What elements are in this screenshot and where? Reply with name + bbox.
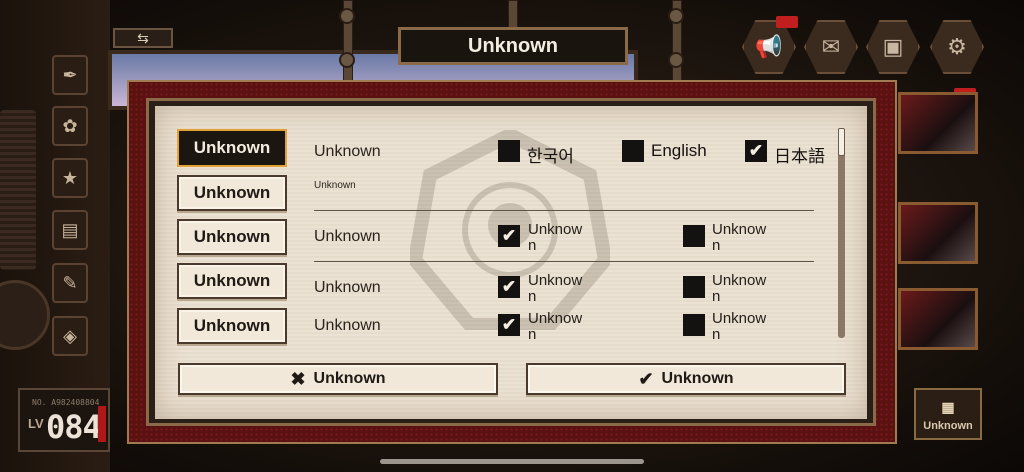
check-icon: ✔ xyxy=(638,368,654,389)
row-sub-label-2: Unknown xyxy=(314,180,356,191)
lang-korean-checkbox[interactable] xyxy=(498,140,520,162)
option-label-5a: Unknow n xyxy=(528,310,583,343)
side-tab-tool-icon[interactable]: ✎ xyxy=(52,263,88,303)
row-label-5: Unknown xyxy=(314,317,381,334)
left-vent-grill xyxy=(0,110,36,270)
bolt xyxy=(339,52,355,68)
confirm-button[interactable]: ✔ Unknown xyxy=(526,363,846,395)
notification-badge xyxy=(776,16,798,28)
bookshelf-icon: ▦ xyxy=(941,399,955,415)
character-card[interactable] xyxy=(898,288,978,350)
lang-english-checkbox[interactable] xyxy=(622,140,644,162)
cancel-button-label: Unknown xyxy=(313,370,386,387)
check-icon: ✔ xyxy=(501,277,517,296)
option-label-5b: Unknow n xyxy=(712,310,767,343)
check-icon: ✔ xyxy=(501,226,517,245)
lang-english-label: English xyxy=(651,141,707,160)
character-card[interactable] xyxy=(898,92,978,154)
row-label-1: Unknown xyxy=(314,143,381,160)
bolt xyxy=(339,8,355,24)
side-tab-badge-icon[interactable]: ◈ xyxy=(52,316,88,356)
divider xyxy=(314,210,814,211)
level-value: 084 xyxy=(46,408,102,446)
close-icon: ✖ xyxy=(290,368,306,389)
option-checkbox-5b[interactable] xyxy=(683,314,705,336)
bottom-right-button-label: Unknown xyxy=(923,420,973,432)
category-button-1[interactable]: Unknown xyxy=(177,129,287,167)
home-indicator xyxy=(380,459,644,464)
option-checkbox-3b[interactable] xyxy=(683,225,705,247)
bottom-right-button[interactable]: ▦ Unknown xyxy=(914,388,982,440)
level-bar xyxy=(98,406,106,442)
side-tab-chart-icon[interactable]: ▤ xyxy=(52,210,88,250)
row-label-4: Unknown xyxy=(314,279,381,296)
divider xyxy=(314,261,814,262)
lang-korean-label: 한국어 xyxy=(527,147,574,166)
option-checkbox-4b[interactable] xyxy=(683,276,705,298)
option-label-3b: Unknow n xyxy=(712,221,767,254)
bolt xyxy=(668,52,684,68)
scrollbar-track[interactable] xyxy=(838,128,845,338)
category-button-2[interactable]: Unknown xyxy=(177,175,287,211)
check-icon: ✔ xyxy=(501,315,517,334)
swap-arrows-icon[interactable]: ⇆ xyxy=(113,28,173,48)
page-title: Unknown xyxy=(398,27,628,65)
option-label-4b: Unknow n xyxy=(712,272,767,305)
confirm-button-label: Unknown xyxy=(661,370,734,387)
character-card[interactable] xyxy=(898,202,978,264)
lang-japanese-label: 日本語 xyxy=(774,147,825,166)
option-checkbox-4a[interactable]: ✔ xyxy=(498,276,520,298)
player-id: NO. A982408804 xyxy=(32,398,100,407)
bolt xyxy=(668,8,684,24)
side-tab-rose-icon[interactable]: ✿ xyxy=(52,106,88,146)
lang-japanese-checkbox[interactable]: ✔ xyxy=(745,140,767,162)
side-tab-feather-icon[interactable]: ✒ xyxy=(52,55,88,95)
scrollbar-thumb[interactable] xyxy=(838,128,845,156)
category-button-3[interactable]: Unknown xyxy=(177,219,287,255)
option-label-4a: Unknow n xyxy=(528,272,583,305)
side-tab-star-icon[interactable]: ★ xyxy=(52,158,88,198)
option-label-3a: Unknow n xyxy=(528,221,583,254)
cancel-button[interactable]: ✖ Unknown xyxy=(178,363,498,395)
row-label-3: Unknown xyxy=(314,228,381,245)
category-button-5[interactable]: Unknown xyxy=(177,308,287,344)
player-level-panel: NO. A982408804 LV 084 xyxy=(18,388,110,452)
check-icon: ✔ xyxy=(748,141,764,160)
option-checkbox-5a[interactable]: ✔ xyxy=(498,314,520,336)
option-checkbox-3a[interactable]: ✔ xyxy=(498,225,520,247)
level-label: LV xyxy=(28,416,44,431)
category-button-4[interactable]: Unknown xyxy=(177,263,287,299)
